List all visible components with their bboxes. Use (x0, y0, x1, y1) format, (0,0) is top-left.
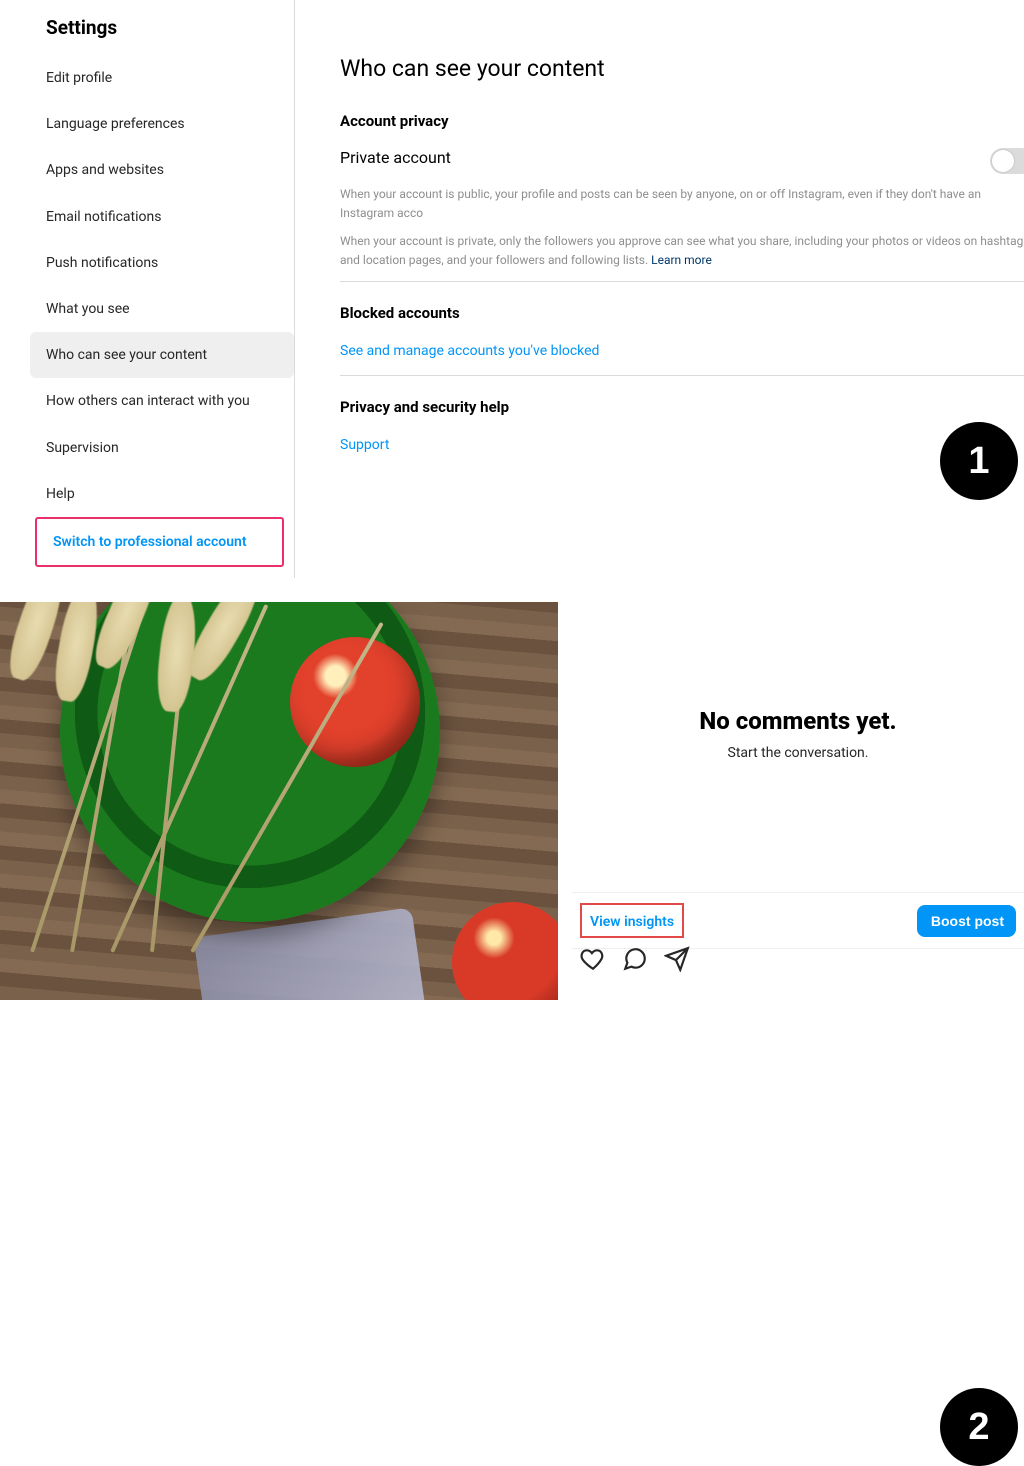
sidebar-item-what-you-see[interactable]: What you see (30, 286, 294, 332)
no-comments-heading: No comments yet. (572, 707, 1024, 735)
post-side-panel: No comments yet. Start the conversation.… (572, 602, 1024, 1000)
share-icon[interactable] (664, 946, 690, 976)
boost-post-button[interactable]: Boost post (917, 905, 1016, 937)
view-insights-link[interactable]: View insights (590, 914, 674, 930)
sidebar-item-edit-profile[interactable]: Edit profile (30, 55, 294, 101)
no-comments-subtext: Start the conversation. (572, 745, 1024, 761)
sidebar-item-who-can-see-your-content[interactable]: Who can see your content (30, 332, 294, 378)
privacy-desc-private: When your account is private, only the f… (340, 232, 1024, 269)
sidebar-item-apps-and-websites[interactable]: Apps and websites (30, 147, 294, 193)
blocked-accounts-heading: Blocked accounts (340, 304, 1024, 322)
insights-bar: View insights Boost post (572, 892, 1024, 949)
toggle-knob (992, 150, 1014, 172)
view-insights-highlight: View insights (580, 903, 684, 938)
sidebar-item-language-preferences[interactable]: Language preferences (30, 101, 294, 147)
learn-more-link[interactable]: Learn more (651, 253, 712, 267)
sidebar-item-help[interactable]: Help (30, 471, 294, 517)
step-badge-1: 1 (940, 422, 1018, 500)
post-panel: No comments yet. Start the conversation.… (0, 602, 1024, 1000)
private-account-label: Private account (340, 148, 1024, 167)
sidebar-item-email-notifications[interactable]: Email notifications (30, 194, 294, 240)
settings-main: Who can see your content Account privacy… (340, 0, 1024, 457)
settings-title: Settings (30, 10, 294, 55)
sidebar-item-supervision[interactable]: Supervision (30, 425, 294, 471)
settings-sidebar: Settings Edit profile Language preferenc… (30, 0, 295, 578)
privacy-help-heading: Privacy and security help (340, 398, 1024, 416)
privacy-desc-public: When your account is public, your profil… (340, 185, 1024, 222)
divider (340, 281, 1024, 282)
post-photo[interactable] (0, 602, 558, 1000)
post-action-row (580, 946, 690, 976)
page-title: Who can see your content (340, 55, 1024, 82)
settings-panel: Settings Edit profile Language preferenc… (0, 0, 1024, 578)
account-privacy-heading: Account privacy (340, 112, 1024, 130)
comment-icon[interactable] (622, 946, 648, 976)
private-account-toggle[interactable] (990, 148, 1024, 174)
switch-professional-account-link[interactable]: Switch to professional account (37, 519, 282, 565)
sidebar-item-push-notifications[interactable]: Push notifications (30, 240, 294, 286)
like-icon[interactable] (580, 946, 606, 976)
manage-blocked-link[interactable]: See and manage accounts you've blocked (340, 343, 599, 359)
divider (340, 375, 1024, 376)
support-link[interactable]: Support (340, 437, 389, 453)
step-badge-2: 2 (940, 1388, 1018, 1466)
sidebar-item-how-others-interact[interactable]: How others can interact with you (30, 378, 294, 424)
switch-professional-highlight: Switch to professional account (35, 517, 284, 567)
